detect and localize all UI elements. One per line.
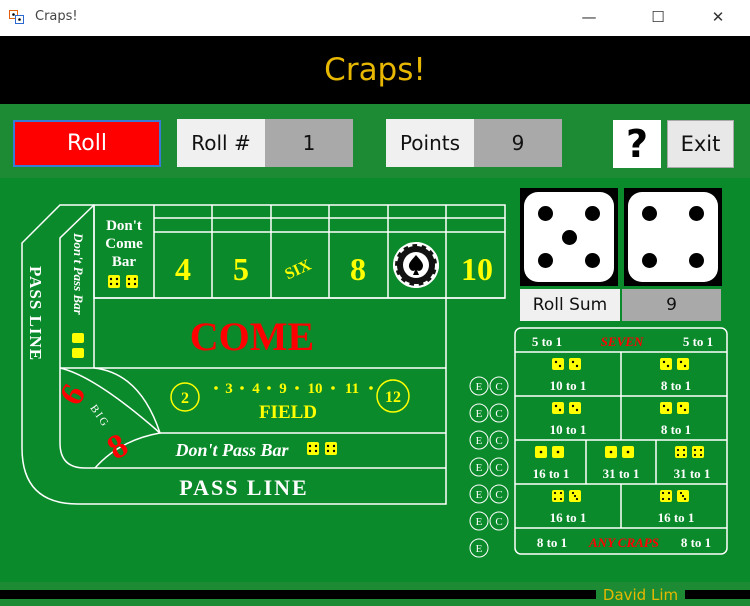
field-number-10: 10	[308, 381, 323, 397]
field-label: FIELD	[259, 402, 317, 423]
points-label: Points	[386, 119, 474, 167]
hard-eight-odds[interactable]: 10 to 1	[550, 422, 587, 437]
field-number-2: 2	[181, 390, 189, 407]
e-bet-label: E	[476, 489, 483, 501]
help-button[interactable]: ?	[613, 120, 661, 168]
field-number-4: 4	[252, 381, 260, 397]
point-puck-icon	[393, 242, 439, 288]
die-two	[624, 188, 722, 286]
dont-pass-bar-vertical: Don't Pass Bar	[71, 232, 86, 316]
place-number-5[interactable]: 5	[233, 251, 249, 287]
big-six-label: 6	[53, 378, 94, 411]
snake-eyes-odds[interactable]: 31 to 1	[603, 466, 640, 481]
e-bet-label: E	[476, 408, 483, 420]
c-bet-label: C	[495, 435, 502, 447]
c-bet-label: C	[495, 516, 502, 528]
dont-come-dice-icon	[108, 275, 138, 288]
pass-line[interactable]: PASS LINE	[179, 475, 308, 500]
any-craps-bet[interactable]: ANY CRAPS	[588, 535, 659, 550]
dont-come-bar-line1: Don't	[106, 218, 142, 234]
exit-button[interactable]: Exit	[667, 120, 734, 168]
place-number-six[interactable]: SIX	[282, 256, 314, 283]
die-one	[520, 188, 618, 286]
field-number-12: 12	[385, 389, 401, 406]
any-craps-odds-right: 8 to 1	[681, 535, 711, 550]
place-number-8[interactable]: 8	[350, 251, 366, 287]
field-number-11: 11	[345, 381, 359, 397]
dont-come-bar-line3: Bar	[112, 254, 137, 270]
author-label: David Lim	[602, 586, 679, 604]
die-pip	[642, 252, 658, 268]
hard-ten-odds[interactable]: 10 to 1	[550, 378, 587, 393]
game-title: Craps!	[324, 52, 426, 88]
boxcars-odds[interactable]: 31 to 1	[674, 466, 711, 481]
e-bet-label: E	[476, 516, 483, 528]
big-label: BIG	[87, 403, 111, 430]
window-title: Craps!	[35, 9, 78, 24]
any-craps-odds-left: 8 to 1	[537, 535, 567, 550]
c-bet-label: C	[495, 381, 502, 393]
die-pip	[688, 206, 704, 222]
footer-stripe-right	[685, 590, 750, 599]
seven-odds-right: 5 to 1	[683, 334, 713, 349]
c-bet-label: C	[495, 462, 502, 474]
ace-deuce-odds[interactable]: 16 to 1	[533, 466, 570, 481]
big-eight-label: 8	[101, 427, 134, 468]
big-six-eight[interactable]: 6 8 BIG	[53, 378, 135, 467]
proposition-bets	[514, 327, 728, 555]
dont-pass-bar[interactable]: Don't Pass Bar	[174, 440, 289, 460]
yo-left-odds[interactable]: 16 to 1	[550, 510, 587, 525]
game-header: Craps!	[0, 36, 750, 104]
minimize-button[interactable]: —	[566, 0, 612, 34]
footer-stripe-left	[0, 590, 596, 599]
roll-sum-value: 9	[622, 289, 721, 321]
e-bet-label: E	[476, 462, 483, 474]
c-bet-label: C	[495, 408, 502, 420]
close-button[interactable]: ✕	[695, 0, 741, 34]
maximize-button[interactable]: ☐	[635, 0, 681, 34]
e-bet-label: E	[476, 543, 483, 555]
window-titlebar: Craps! — ☐ ✕	[0, 0, 750, 36]
roll-number-value: 1	[265, 119, 353, 167]
dont-pass-dice-icon	[307, 442, 337, 455]
app-icon	[9, 10, 24, 24]
e-bet-label: E	[476, 381, 483, 393]
die-pip	[584, 252, 600, 268]
pass-line-vertical: PASS LINE	[26, 266, 45, 361]
yo-right-odds[interactable]: 16 to 1	[658, 510, 695, 525]
roll-sum-label: Roll Sum	[520, 289, 620, 321]
field-area[interactable]: 2 3 4 9 10 11 12 FIELD	[170, 379, 410, 423]
e-bet-label: E	[476, 435, 483, 447]
hard-six-odds[interactable]: 8 to 1	[661, 422, 691, 437]
place-number-10[interactable]: 10	[461, 251, 493, 287]
come-area[interactable]: COME	[190, 314, 314, 359]
seven-odds-left: 5 to 1	[532, 334, 562, 349]
die-pip	[538, 252, 554, 268]
place-number-4[interactable]: 4	[175, 251, 191, 287]
field-number-9: 9	[279, 381, 287, 397]
points-value: 9	[474, 119, 562, 167]
die-pip	[538, 206, 554, 222]
c-bet-label: C	[495, 489, 502, 501]
die-pip	[642, 206, 658, 222]
dont-pass-vertical-dice-icon	[72, 333, 84, 358]
roll-number-label: Roll #	[177, 119, 265, 167]
die-pip	[584, 206, 600, 222]
die-pip	[561, 229, 577, 245]
dont-come-bar-line2: Come	[105, 236, 143, 252]
hard-four-odds[interactable]: 8 to 1	[661, 378, 691, 393]
field-number-3: 3	[225, 381, 233, 397]
seven-bet[interactable]: SEVEN	[601, 334, 644, 349]
die-pip	[688, 252, 704, 268]
roll-button[interactable]: Roll	[13, 120, 161, 167]
